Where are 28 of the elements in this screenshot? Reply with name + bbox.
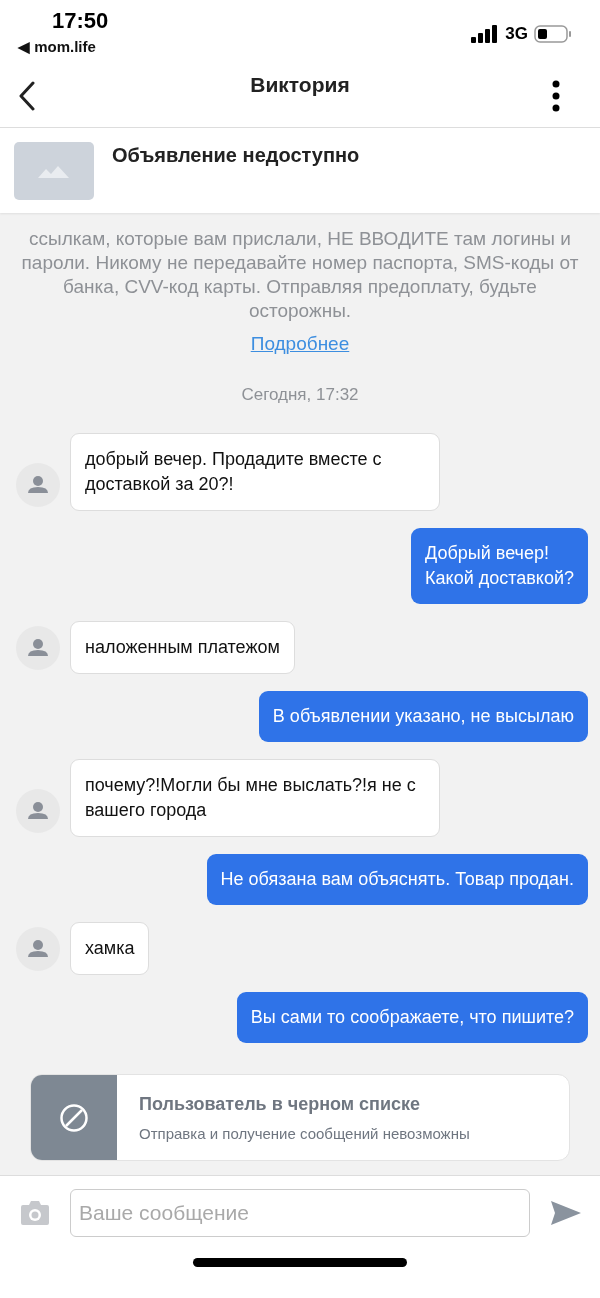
avatar-icon <box>16 463 60 507</box>
message-bubble: добрый вечер. Продадите вместе с доставкой за 20?! <box>70 433 440 511</box>
warning-text: ссылкам, которые вам прислали, НЕ ВВОДИТЕ там логины и пароли. Никому не передавайте номер паспорта, SMS-коды от банка, CVV-код карты. Отправляя предоплату, будьте осторожны. <box>20 227 580 323</box>
message-bubble: почему?!Могли бы мне выслать?!я не с вашего города <box>70 759 440 837</box>
blocked-title: Пользователь в черном списке <box>139 1093 422 1115</box>
status-time: 17:50 <box>51 8 109 34</box>
signal-icon <box>471 25 500 43</box>
avatar-icon <box>16 626 60 670</box>
more-icon[interactable] <box>552 80 560 112</box>
message-input[interactable]: Ваше сообщение <box>70 1189 530 1237</box>
message-bubble: Не обязана вам объяснять. Товар продан. <box>206 854 588 905</box>
date-label: Сегодня, 17:32 <box>241 385 359 405</box>
message-bubble: наложенным платежом <box>70 621 295 674</box>
message-bubble: Добрый вечер! Какой доставкой? <box>411 528 588 604</box>
message-bubble: В объявлении указано, не высылаю <box>258 691 588 742</box>
send-icon[interactable] <box>550 1200 582 1226</box>
network-type: 3G <box>505 24 528 44</box>
avatar-icon <box>16 789 60 833</box>
back-icon[interactable] <box>18 81 36 111</box>
listing-title[interactable]: Объявление недоступно <box>112 144 360 167</box>
avatar-icon <box>16 927 60 971</box>
chat-title: Виктория <box>250 73 350 97</box>
message-bubble: Вы сами то соображаете, что пишите? <box>236 992 588 1043</box>
back-to-app-link[interactable]: ◀ mom.life <box>18 38 109 56</box>
battery-icon <box>534 25 572 43</box>
blocked-subtitle: Отправка и получение сообщений невозможны <box>139 1124 470 1142</box>
message-bubble: хамка <box>70 922 150 975</box>
blocked-icon <box>59 1102 89 1133</box>
